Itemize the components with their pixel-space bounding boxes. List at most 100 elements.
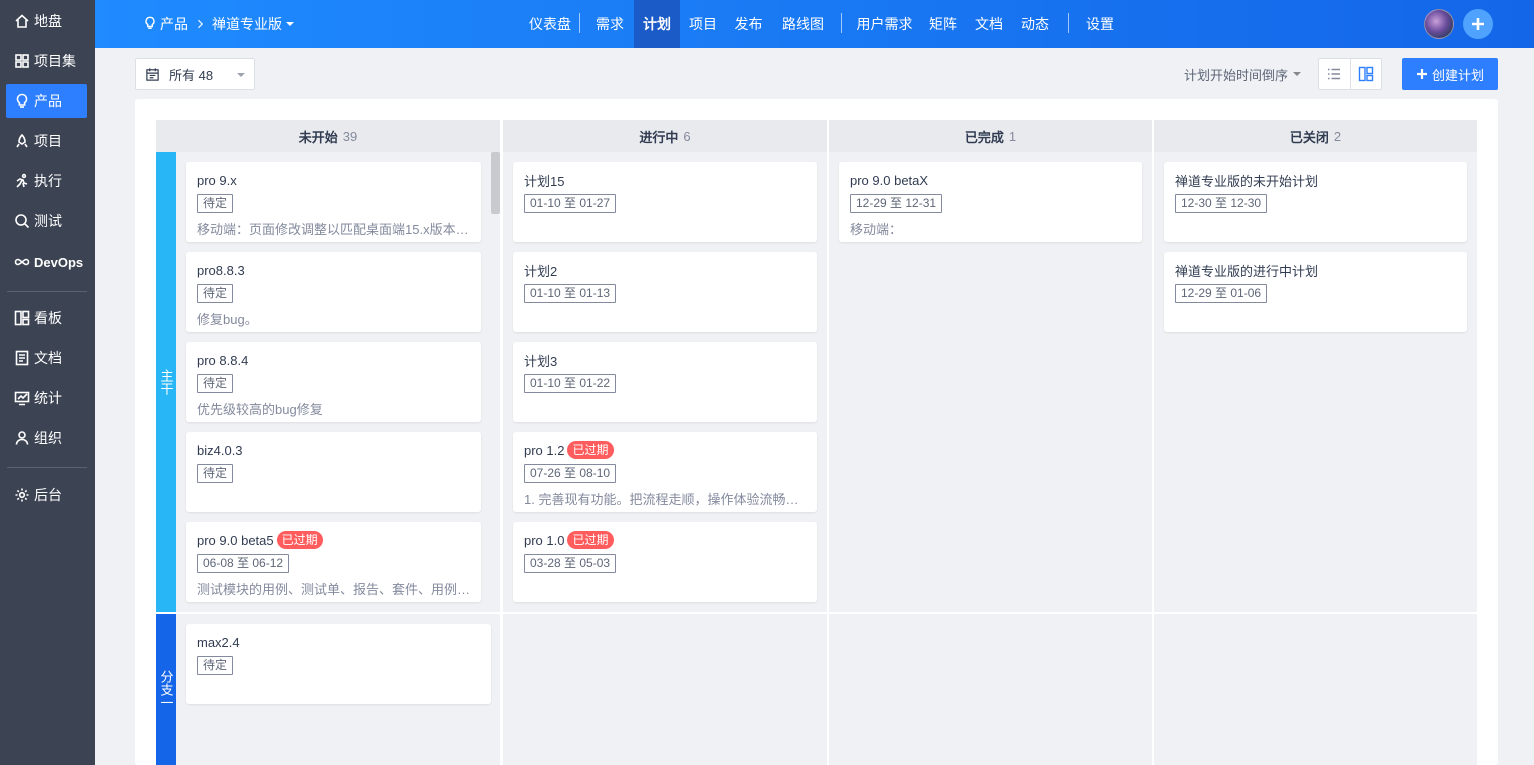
chevron-down-icon	[1293, 72, 1302, 76]
plan-card[interactable]: pro 1.0 已过期 03-28 至 05-03	[513, 522, 817, 602]
plan-title-text[interactable]: 计划2	[524, 261, 557, 280]
plan-date-tag: 06-08 至 06-12	[197, 554, 290, 573]
plan-date-tag: 12-30 至 12-30	[1175, 194, 1268, 213]
plan-title-text[interactable]: pro 9.0 beta5	[197, 533, 274, 548]
kanban-icon	[13, 309, 31, 327]
plan-card[interactable]: max2.4 待定	[186, 624, 491, 704]
expired-badge: 已过期	[567, 441, 614, 459]
plan-title-text[interactable]: pro 9.x	[197, 173, 237, 188]
quick-create-button[interactable]	[1463, 9, 1493, 39]
plan-card[interactable]: pro 9.x 待定 移动端：页面修改调整以匹配桌面端15.x版本…	[186, 162, 481, 242]
avatar[interactable]	[1424, 9, 1454, 39]
swimlane-label[interactable]: 主干	[156, 152, 176, 612]
sidebar-item-10[interactable]: 组织	[6, 421, 87, 455]
swimlane-cell	[503, 614, 827, 765]
plan-card[interactable]: 禅道专业版的进行中计划 12-29 至 01-06	[1164, 252, 1467, 332]
plan-title-text[interactable]: pro 1.2	[524, 443, 564, 458]
swimlane-label[interactable]: 分支一	[156, 614, 176, 765]
sidebar-item-label: DevOps	[34, 254, 84, 270]
kanban-view-button[interactable]	[1349, 59, 1381, 89]
product-switcher[interactable]: 禅道专业版	[212, 0, 294, 48]
breadcrumb-root[interactable]: 产品	[143, 0, 188, 48]
plan-title-text[interactable]: pro8.8.3	[197, 263, 245, 278]
menu-item-3[interactable]: 项目	[680, 0, 726, 48]
plan-title-text[interactable]: pro 1.0	[524, 533, 564, 548]
plan-card[interactable]: 计划3 01-10 至 01-22	[513, 342, 817, 422]
menu-item-2[interactable]: 计划	[634, 0, 680, 48]
plan-card[interactable]: biz4.0.3 待定	[186, 432, 481, 512]
column-count: 39	[342, 128, 358, 144]
plan-card[interactable]: pro 9.0 beta5 已过期 06-08 至 06-12 测试模块的用例、测试单…	[186, 522, 481, 602]
breadcrumb-root-label: 产品	[160, 16, 188, 32]
top-header: 产品 禅道专业版 仪表盘 需求 计划 项目 发布 路线图 用户需求 矩阵 文档 动态 设置	[95, 0, 1534, 48]
plan-description: 移动端：页面修改调整以匹配桌面端15.x版本…	[197, 222, 469, 237]
plan-filter-dropdown[interactable]: 所有 48	[135, 58, 255, 90]
plan-date-tag: 待定	[197, 464, 234, 483]
calendar-icon	[146, 67, 159, 81]
plan-card[interactable]: 禅道专业版的未开始计划 12-30 至 12-30	[1164, 162, 1467, 242]
sidebar-item-9[interactable]: 统计	[6, 381, 87, 415]
plan-card[interactable]: pro 9.0 betaX 12-29 至 12-31 移动端：	[839, 162, 1142, 242]
column-header: 进行中 6	[503, 120, 827, 152]
plan-title-text[interactable]: max2.4	[197, 635, 240, 650]
sidebar-divider	[7, 291, 87, 292]
home-icon	[13, 12, 31, 30]
sidebar-item-5[interactable]: 测试	[6, 204, 87, 238]
plan-title-text[interactable]: biz4.0.3	[197, 443, 243, 458]
plan-description: 优先级较高的bug修复	[197, 402, 323, 417]
plan-card-title: max2.4	[197, 634, 480, 650]
plan-title-text[interactable]: 计划3	[524, 351, 557, 370]
menu-item-1[interactable]: 需求	[591, 0, 629, 48]
column-scrollbar[interactable]	[491, 152, 500, 214]
plan-card-title: pro 9.x	[197, 172, 470, 188]
column-header: 已完成 1	[829, 120, 1152, 152]
plan-card-title: 计划3	[524, 351, 806, 370]
plan-date-tag: 待定	[197, 374, 234, 393]
menu-item-8[interactable]: 文档	[965, 0, 1013, 48]
plan-date-tag: 01-10 至 01-22	[524, 374, 617, 393]
column-count: 1	[1008, 128, 1017, 144]
sort-label: 计划开始时间倒序	[1184, 67, 1289, 83]
sidebar-item-8[interactable]: 文档	[6, 341, 87, 375]
list-view-button[interactable]	[1319, 59, 1350, 89]
plan-description: 测试模块的用例、测试单、报告、套件、用例…	[197, 582, 470, 597]
plan-card-title: pro 8.8.4	[197, 352, 470, 368]
create-plan-button[interactable]: 创建计划	[1402, 58, 1498, 90]
sidebar-item-0[interactable]: 地盘	[6, 4, 87, 38]
sidebar-item-7[interactable]: 看板	[6, 301, 87, 335]
plan-card[interactable]: pro 1.2 已过期 07-26 至 08-10 1. 完善现有功能。把流程走顺，操…	[513, 432, 817, 512]
list-icon	[1328, 68, 1341, 80]
plan-date-tag: 03-28 至 05-03	[524, 554, 617, 573]
menu-item-6[interactable]: 用户需求	[849, 0, 920, 48]
sidebar-item-6[interactable]: DevOps	[6, 245, 87, 279]
sidebar-item-11[interactable]: 后台	[6, 478, 87, 512]
plan-card-title: 计划15	[524, 171, 806, 190]
menu-item-9[interactable]: 动态	[1012, 0, 1058, 48]
plan-title-text[interactable]: pro 8.8.4	[197, 353, 248, 368]
menu-item-0[interactable]: 仪表盘	[515, 0, 585, 48]
plan-description: 移动端：	[850, 222, 903, 237]
chevron-right-icon	[198, 19, 204, 29]
sort-dropdown[interactable]: 计划开始时间倒序	[1184, 58, 1302, 90]
menu-item-10[interactable]: 设置	[1076, 0, 1124, 48]
plan-date-tag: 12-29 至 01-06	[1175, 284, 1268, 303]
plan-title-text[interactable]: 计划15	[524, 171, 564, 190]
sidebar-item-4[interactable]: 执行	[6, 164, 87, 198]
sidebar-item-1[interactable]: 项目集	[6, 44, 87, 78]
plan-title-text[interactable]: pro 9.0 betaX	[850, 173, 928, 188]
plan-card-title: 计划2	[524, 261, 806, 280]
plan-card[interactable]: pro 8.8.4 待定优先级较高的bug修复	[186, 342, 481, 422]
menu-item-7[interactable]: 矩阵	[920, 0, 966, 48]
menu-item-5[interactable]: 路线图	[773, 0, 833, 48]
plan-card[interactable]: pro8.8.3 待定 修复bug。	[186, 252, 481, 332]
menu-divider	[841, 13, 842, 33]
plan-card[interactable]: 计划15 01-10 至 01-27	[513, 162, 817, 242]
sidebar-item-2[interactable]: 产品	[6, 84, 87, 118]
sidebar-item-3[interactable]: 项目	[6, 124, 87, 158]
plus-icon	[1472, 18, 1484, 30]
plan-card[interactable]: 计划2 01-10 至 01-13	[513, 252, 817, 332]
plan-title-text[interactable]: 禅道专业版的进行中计划	[1175, 261, 1318, 280]
plan-title-text[interactable]: 禅道专业版的未开始计划	[1175, 171, 1318, 190]
swimlane-cell	[829, 614, 1152, 765]
menu-item-4[interactable]: 发布	[726, 0, 771, 48]
